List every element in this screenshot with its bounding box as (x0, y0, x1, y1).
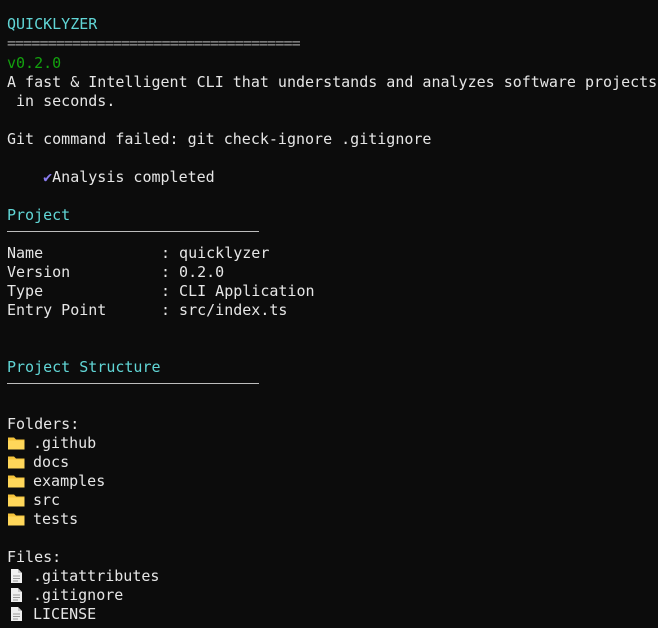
field-value: : quicklyzer (161, 244, 270, 262)
analysis-status: ✔Analysis completed (3, 149, 215, 186)
folder-name: examples (33, 472, 106, 490)
field-key: Type (7, 282, 44, 300)
field-value: : src/index.ts (161, 301, 288, 319)
file-item: LICENSE (7, 605, 96, 624)
files-label: Files: (7, 548, 62, 566)
field-row-type: Type : CLI Application (7, 282, 315, 301)
folders-label: Folders: (7, 415, 80, 433)
folder-item: examples (7, 472, 105, 491)
structure-heading-rule (7, 383, 259, 384)
file-item: .gitattributes (7, 567, 159, 586)
file-item: .gitignore (7, 586, 123, 605)
field-row-entry-point: Entry Point : src/index.ts (7, 301, 287, 320)
folder-icon (7, 511, 26, 532)
field-row-name: Name : quicklyzer (7, 244, 269, 263)
folder-name: src (33, 491, 61, 509)
git-error-message: Git command failed: git check-ignore .gi… (7, 130, 432, 148)
folder-item: src (7, 491, 60, 510)
structure-heading: Project Structure (7, 358, 161, 376)
file-name: LICENSE (33, 605, 97, 623)
analysis-status-text: Analysis completed (52, 168, 215, 186)
field-value: : 0.2.0 (161, 263, 225, 281)
version-text: v0.2.0 (7, 54, 62, 72)
terminal-window[interactable]: QUICKLYZER =============================… (0, 0, 658, 628)
folder-item: .github (7, 434, 96, 453)
folder-item: docs (7, 453, 69, 472)
project-heading: Project (7, 206, 71, 224)
folder-name: docs (33, 453, 70, 471)
field-key: Version (7, 263, 71, 281)
file-name: .gitignore (33, 586, 124, 604)
check-icon: ✔ (43, 168, 53, 186)
field-key: Name (7, 244, 44, 262)
field-row-version: Version : 0.2.0 (7, 263, 224, 282)
field-value: : CLI Application (161, 282, 315, 300)
tagline-line-1: A fast & Intelligent CLI that understand… (7, 73, 658, 91)
file-name: .gitattributes (33, 567, 160, 585)
app-title: QUICKLYZER (7, 15, 98, 33)
folder-item: tests (7, 510, 78, 529)
file-icon (7, 606, 26, 627)
folder-name: tests (33, 510, 79, 528)
tagline-line-2: in seconds. (7, 92, 116, 110)
field-key: Entry Point (7, 301, 107, 319)
project-heading-rule (7, 231, 259, 232)
title-rule: ==================================== (7, 34, 301, 52)
folder-name: .github (33, 434, 97, 452)
